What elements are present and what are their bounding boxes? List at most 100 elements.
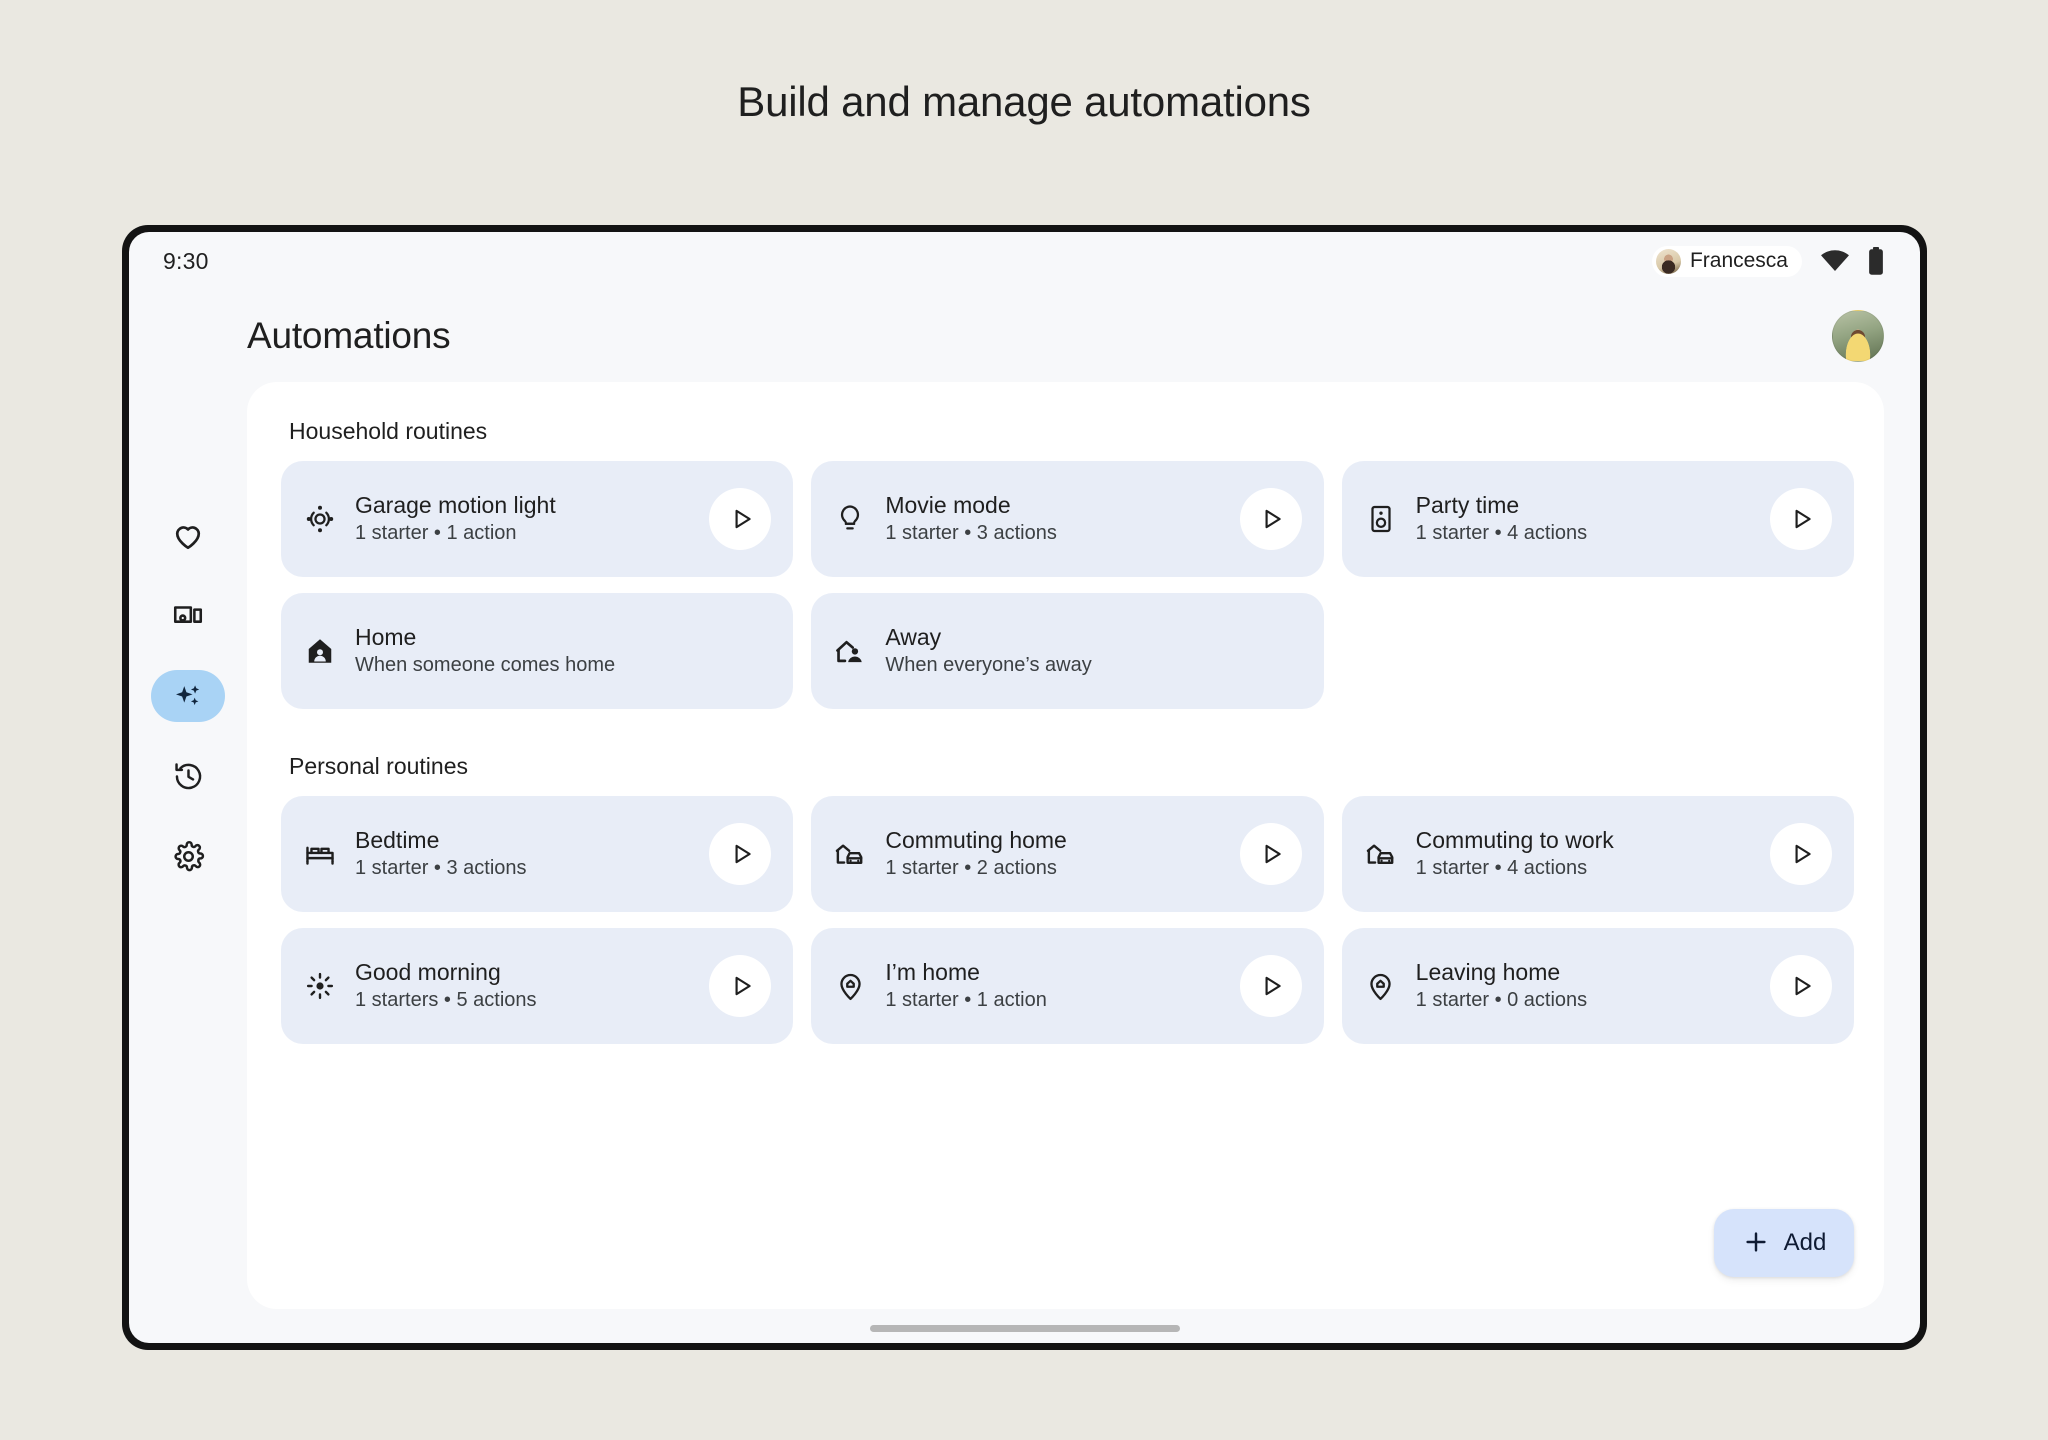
away-person-icon	[833, 634, 867, 668]
routine-text: Bedtime 1 starter • 3 actions	[355, 826, 691, 883]
routine-subtitle: 1 starter • 1 action	[885, 989, 1047, 1012]
play-icon	[1786, 506, 1815, 532]
history-icon	[172, 760, 205, 793]
routine-title: Home	[355, 623, 417, 650]
routine-text: Leaving home 1 starter • 0 actions	[1416, 958, 1752, 1015]
routine-card-bedtime[interactable]: Bedtime 1 starter • 3 actions	[281, 796, 794, 912]
routine-text: Garage motion light 1 starter • 1 action	[355, 491, 691, 548]
routine-subtitle: 1 starters • 5 actions	[355, 989, 537, 1012]
lightbulb-icon	[833, 502, 867, 536]
routine-text: Movie mode 1 starter • 3 actions	[885, 491, 1221, 548]
motion-sensor-icon	[303, 502, 337, 536]
sidebar-item-devices[interactable]	[151, 590, 225, 642]
routine-card-leaving-home[interactable]: Leaving home 1 starter • 0 actions	[1341, 928, 1854, 1044]
sidebar-item-automations[interactable]	[151, 670, 225, 722]
routine-title: Garage motion light	[355, 491, 556, 518]
play-icon	[1256, 973, 1285, 999]
bed-icon	[303, 837, 337, 871]
sidebar-item-activity[interactable]	[151, 750, 225, 802]
routine-text: Commuting to work 1 starter • 4 actions	[1416, 826, 1752, 883]
add-button[interactable]: Add	[1714, 1209, 1854, 1277]
app-body: Household routines Garage motion light 1…	[129, 382, 1920, 1313]
play-button[interactable]	[1769, 955, 1832, 1017]
play-button[interactable]	[709, 488, 772, 550]
status-bar-right: Francesca	[1651, 245, 1884, 277]
routine-text: Away When everyone’s away	[885, 623, 1301, 680]
routine-title: Away	[885, 623, 942, 650]
play-button[interactable]	[1239, 488, 1302, 550]
routine-title: Good morning	[355, 958, 501, 985]
app-bar: Automations	[129, 290, 1920, 382]
routine-title: Movie mode	[885, 491, 1011, 518]
account-avatar-icon	[1655, 248, 1681, 274]
play-button[interactable]	[709, 955, 772, 1017]
personal-routines-grid: Bedtime 1 starter • 3 actions Commuting …	[281, 796, 1854, 1044]
routine-card-party-time[interactable]: Party time 1 starter • 4 actions	[1341, 461, 1854, 577]
play-icon	[726, 506, 755, 532]
commute-icon	[1364, 837, 1398, 871]
profile-avatar[interactable]	[1832, 310, 1884, 362]
routine-card-away[interactable]: Away When everyone’s away	[811, 593, 1324, 709]
routine-text: Good morning 1 starters • 5 actions	[355, 958, 691, 1015]
routine-subtitle: 1 starter • 3 actions	[885, 522, 1057, 545]
routine-subtitle: 1 starter • 1 action	[355, 522, 517, 545]
routine-title: Bedtime	[355, 826, 440, 853]
play-button[interactable]	[1769, 488, 1832, 550]
gear-icon	[172, 840, 205, 873]
sparkles-icon	[172, 680, 204, 712]
routine-text: Commuting home 1 starter • 2 actions	[885, 826, 1221, 883]
app-bar-title: Automations	[247, 315, 451, 356]
account-chip-label: Francesca	[1689, 249, 1788, 272]
play-icon	[1256, 506, 1285, 532]
add-button-label: Add	[1783, 1229, 1827, 1256]
routine-subtitle: 1 starter • 4 actions	[1415, 522, 1588, 545]
routine-text: I’m home 1 starter • 1 action	[885, 958, 1221, 1015]
routine-title: Party time	[1415, 491, 1520, 518]
sidebar-item-favorites[interactable]	[151, 510, 225, 562]
routine-subtitle: 1 starter • 0 actions	[1415, 989, 1588, 1012]
home-indicator[interactable]	[869, 1324, 1180, 1332]
routine-text: Party time 1 starter • 4 actions	[1416, 491, 1752, 548]
play-button[interactable]	[1239, 823, 1302, 885]
routine-title: Commuting home	[885, 826, 1067, 853]
routine-text: Home When someone comes home	[355, 623, 771, 680]
home-indicator-area	[129, 1313, 1920, 1343]
tablet-device-frame: 9:30 Francesca Automations Household rou…	[122, 225, 1927, 1350]
play-button[interactable]	[709, 823, 772, 885]
play-icon	[726, 841, 755, 867]
page-title: Build and manage automations	[737, 78, 1311, 125]
play-icon	[726, 973, 755, 999]
routine-subtitle: 1 starter • 2 actions	[885, 857, 1057, 880]
home-person-icon	[303, 634, 337, 668]
home-pin-icon	[1364, 969, 1398, 1003]
navigation-rail	[129, 382, 247, 1313]
household-routines-grid: Garage motion light 1 starter • 1 action	[281, 461, 1854, 709]
routine-card-garage-motion-light[interactable]: Garage motion light 1 starter • 1 action	[281, 461, 794, 577]
routine-subtitle: When everyone’s away	[885, 654, 1092, 677]
play-button[interactable]	[1239, 955, 1302, 1017]
routine-card-good-morning[interactable]: Good morning 1 starters • 5 actions	[281, 928, 794, 1044]
routine-card-commuting-home[interactable]: Commuting home 1 starter • 2 actions	[811, 796, 1324, 912]
heart-icon	[171, 519, 205, 553]
section-title-personal: Personal routines	[289, 753, 468, 779]
routine-card-movie-mode[interactable]: Movie mode 1 starter • 3 actions	[811, 461, 1324, 577]
routine-subtitle: 1 starter • 4 actions	[1415, 857, 1588, 880]
status-clock: 9:30	[163, 247, 209, 274]
plus-icon	[1742, 1228, 1770, 1259]
routine-title: I’m home	[885, 958, 980, 985]
play-button[interactable]	[1769, 823, 1832, 885]
play-icon	[1786, 841, 1815, 867]
battery-icon	[1868, 247, 1884, 275]
routine-card-commuting-to-work[interactable]: Commuting to work 1 starter • 4 actions	[1341, 796, 1854, 912]
sidebar-item-settings[interactable]	[151, 830, 225, 882]
routine-subtitle: When someone comes home	[355, 654, 616, 677]
routine-card-im-home[interactable]: I’m home 1 starter • 1 action	[811, 928, 1324, 1044]
play-icon	[1256, 841, 1285, 867]
status-bar: 9:30 Francesca	[129, 232, 1920, 290]
devices-icon	[171, 599, 205, 633]
account-chip[interactable]: Francesca	[1651, 245, 1802, 277]
sun-icon	[303, 969, 337, 1003]
tablet-screen: 9:30 Francesca Automations Household rou…	[129, 232, 1920, 1343]
routine-card-home[interactable]: Home When someone comes home	[281, 593, 794, 709]
speaker-icon	[1364, 502, 1398, 536]
